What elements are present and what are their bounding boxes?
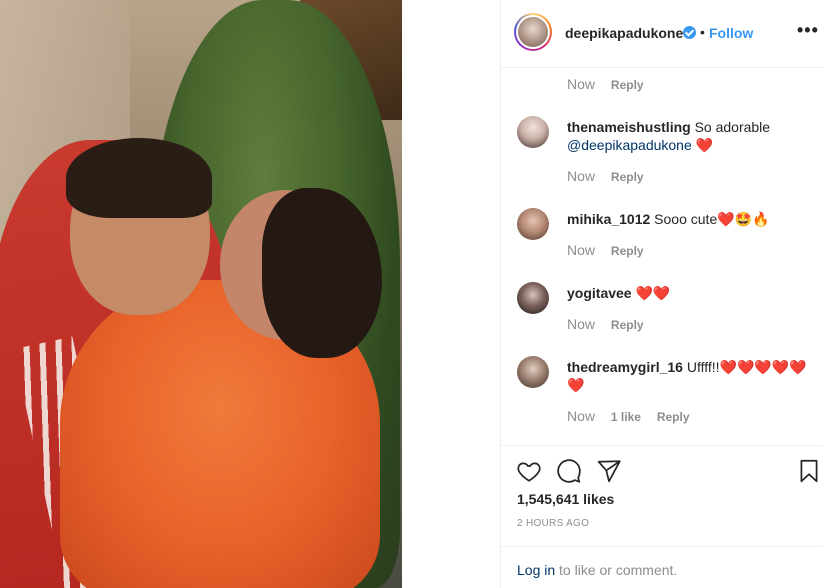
login-link[interactable]: Log in (517, 562, 555, 578)
post-side-panel: deepikapadukone • Follow ••• Now Reply t… (500, 0, 823, 588)
comment-time: Now (567, 408, 596, 424)
comment-meta-row: Now Reply (567, 316, 644, 332)
comment-text: mihika_1012 Sooo cute❤️🤩🔥 (567, 210, 807, 228)
commenter-avatar[interactable] (517, 356, 549, 388)
reply-button[interactable]: Reply (611, 318, 644, 332)
verified-badge-icon (683, 26, 696, 39)
commenter-avatar[interactable] (517, 208, 549, 240)
paper-plane-icon[interactable] (596, 458, 622, 484)
post-actions: 1,545,641 likes 2 HOURS AGO Log in to li… (501, 445, 823, 588)
heart-emoji: ❤️ (691, 137, 714, 153)
comment-body: So adorable (690, 119, 771, 135)
commenter-username[interactable]: thedreamygirl_16 (567, 359, 683, 375)
comment-time: Now (567, 168, 596, 184)
commenter-avatar[interactable] (517, 282, 549, 314)
post-header: deepikapadukone • Follow ••• (501, 0, 823, 68)
comment-time: Now (567, 76, 596, 92)
speech-bubble-icon[interactable] (556, 458, 582, 484)
more-options-icon[interactable]: ••• (797, 20, 819, 41)
comment-meta-row: Now Reply (567, 242, 644, 258)
comment-text: yogitavee ❤️❤️ (567, 284, 807, 302)
owner-avatar[interactable] (514, 13, 552, 51)
comment-body: Sooo cute (650, 211, 718, 227)
post-photo[interactable] (0, 0, 402, 588)
mention-link[interactable]: @deepikapadukone (567, 137, 692, 153)
reply-button[interactable]: Reply (611, 78, 644, 92)
comment-body: Uffff!! (682, 359, 720, 375)
likes-count[interactable]: 1,545,641 likes (517, 491, 614, 507)
comment-text: thenameishustling So adorable @deepikapa… (567, 118, 807, 154)
owner-username[interactable]: deepikapadukone (565, 25, 683, 41)
post-timestamp[interactable]: 2 HOURS AGO (517, 518, 589, 529)
commenter-username[interactable]: thenameishustling (567, 119, 691, 135)
photo-hair-left (66, 138, 212, 218)
commenter-username[interactable]: mihika_1012 (567, 211, 650, 227)
comment-meta-row: Now Reply (567, 76, 644, 92)
commenter-avatar[interactable] (517, 116, 549, 148)
reply-button[interactable]: Reply (611, 170, 644, 184)
header-separator: • (700, 24, 705, 40)
emoji-group: ❤️🤩🔥 (717, 211, 770, 227)
comment-likes-count[interactable]: 1 like (611, 410, 641, 424)
comment-meta-row: Now Reply (567, 168, 644, 184)
login-prompt-text: to like or comment. (555, 562, 678, 578)
comment-time: Now (567, 316, 596, 332)
comment-text: thedreamygirl_16 Uffff!!❤️❤️❤️❤️❤️❤️ (567, 358, 807, 394)
reply-button[interactable]: Reply (611, 244, 644, 258)
bookmark-icon[interactable] (796, 458, 822, 484)
heart-outline-icon[interactable] (516, 458, 542, 484)
commenter-username[interactable]: yogitavee (567, 285, 632, 301)
emoji-group: ❤️❤️ (635, 285, 671, 301)
reply-button[interactable]: Reply (657, 410, 690, 424)
comment-time: Now (567, 242, 596, 258)
login-prompt: Log in to like or comment. (501, 546, 823, 588)
comment-meta-row: Now 1 like Reply (567, 408, 690, 424)
follow-button[interactable]: Follow (709, 25, 753, 41)
